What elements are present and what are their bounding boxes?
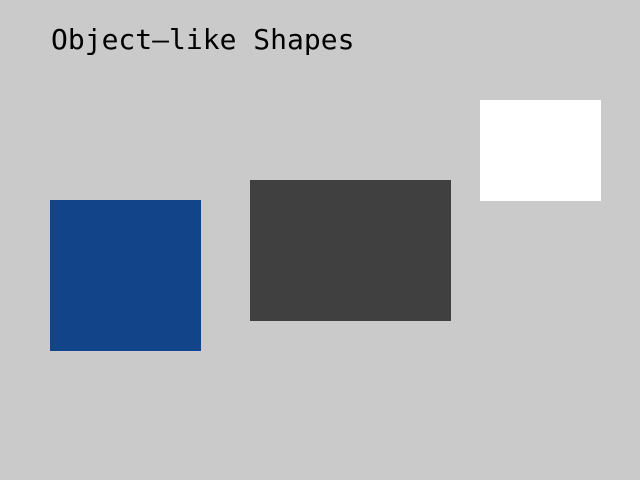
page-title: Object—like Shapes (51, 23, 355, 56)
canvas: Object—like Shapes (0, 0, 640, 480)
white-rectangle-shape (480, 100, 601, 201)
dark-gray-rectangle-shape (250, 180, 451, 321)
blue-square-shape (50, 200, 201, 351)
